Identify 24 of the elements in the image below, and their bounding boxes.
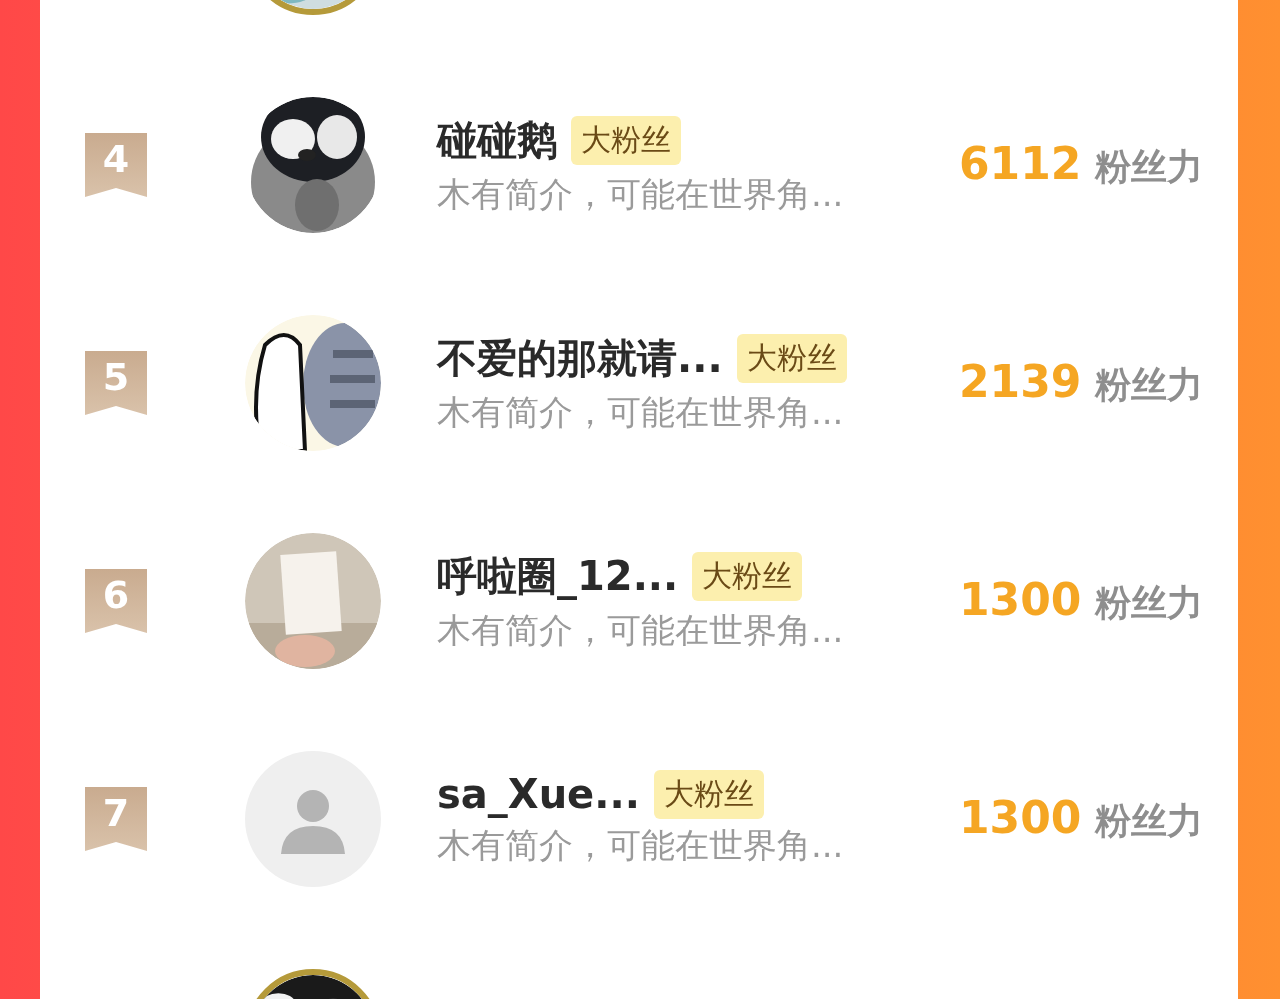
fan-level-badge: 大粉丝 bbox=[692, 551, 803, 601]
rank-ribbon: 4 bbox=[85, 133, 147, 197]
fan-score: 1300 bbox=[959, 792, 1082, 843]
rank-ribbon: 7 bbox=[85, 787, 147, 851]
score-unit: 粉丝力 bbox=[1095, 363, 1204, 407]
score-unit: 粉丝力 bbox=[1095, 581, 1204, 625]
user-name[interactable]: sa_Xue... bbox=[437, 771, 640, 817]
score-unit: 粉丝力 bbox=[1095, 145, 1204, 189]
user-name[interactable]: 呼啦圈_12... bbox=[437, 548, 679, 604]
fan-score: 6112 bbox=[959, 138, 1082, 189]
fan-level-badge: 大粉丝 bbox=[571, 115, 681, 165]
fan-level-badge: 大粉丝 bbox=[736, 333, 847, 383]
user-bio: 木有简介，可能在世界角... bbox=[437, 172, 845, 216]
user-bio: 木有简介，可能在世界角... bbox=[437, 823, 845, 867]
user-name[interactable]: 不爱的那就请... bbox=[437, 330, 723, 386]
fan-score: 1300 bbox=[959, 574, 1082, 625]
fan-score: 2139 bbox=[959, 356, 1082, 407]
rank-ribbon: 5 bbox=[85, 351, 147, 415]
rank-ribbon: 6 bbox=[85, 569, 147, 633]
user-name[interactable]: 碰碰鹅 bbox=[437, 112, 557, 168]
user-bio: 木有简介，可能在世界角... bbox=[437, 608, 845, 652]
score-unit: 粉丝力 bbox=[1095, 799, 1204, 843]
fan-level-badge: 大粉丝 bbox=[653, 769, 764, 819]
user-bio: 木有简介，可能在世界角... bbox=[437, 390, 845, 434]
